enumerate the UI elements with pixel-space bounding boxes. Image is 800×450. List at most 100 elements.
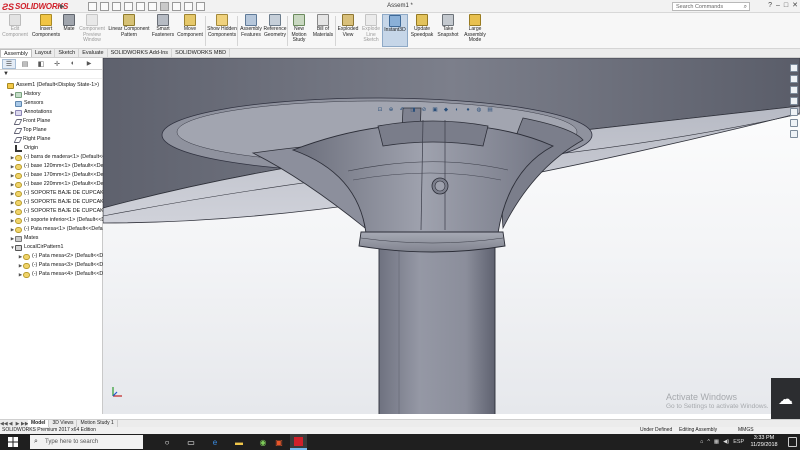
- tree-item[interactable]: ▶(-) base 120mm<1> (Default<<Default>: [0, 162, 103, 171]
- input-language[interactable]: ESP: [733, 439, 744, 445]
- design-library-icon[interactable]: [790, 75, 798, 83]
- prev-tab-arrow-icon[interactable]: ◀: [7, 421, 14, 427]
- tab-3d-views[interactable]: 3D Views: [49, 420, 78, 427]
- take-snapshot-button[interactable]: Take Snapshot: [436, 14, 460, 38]
- instant3d-button[interactable]: Instant3D: [382, 14, 408, 47]
- new-motion-study-button[interactable]: New Motion Study: [289, 14, 309, 44]
- view-orientation-icon[interactable]: ▣: [431, 107, 439, 113]
- table-leg[interactable]: [378, 245, 496, 414]
- people-icon[interactable]: ⌂: [700, 439, 703, 445]
- zoom-to-fit-icon[interactable]: ⊡: [376, 107, 384, 113]
- tab-layout[interactable]: Layout: [32, 49, 56, 57]
- zoom-area-icon[interactable]: ⊕: [387, 107, 395, 113]
- file-explorer-icon[interactable]: [790, 86, 798, 94]
- assembly-features-button[interactable]: Assembly Features: [239, 14, 263, 38]
- tree-item[interactable]: ▶ Annotations: [0, 108, 103, 117]
- more-tabs-icon[interactable]: ▶: [82, 59, 96, 69]
- task-view-icon[interactable]: ▭: [184, 436, 198, 448]
- reference-geometry-button[interactable]: Reference Geometry: [263, 14, 287, 38]
- taskbar-clock[interactable]: 3:33 PM 11/29/2018: [744, 435, 784, 449]
- edit-component-button[interactable]: Edit Component: [2, 14, 28, 38]
- network-icon[interactable]: ▦: [714, 439, 719, 445]
- large-assembly-mode-button[interactable]: Large Assembly Mode: [461, 14, 489, 44]
- tab-motion-study[interactable]: Motion Study 1: [77, 420, 118, 427]
- tab-sketch[interactable]: Sketch: [55, 49, 80, 57]
- tree-item[interactable]: ▼ LocalCirPattern1: [0, 243, 103, 252]
- feature-tree-tab-icon[interactable]: ☰: [2, 58, 16, 69]
- configuration-manager-tab-icon[interactable]: ◧: [34, 59, 48, 69]
- tree-item[interactable]: Right Plane: [0, 135, 103, 144]
- tab-evaluate[interactable]: Evaluate: [79, 49, 108, 57]
- cortana-icon[interactable]: ○: [160, 436, 174, 448]
- volume-icon[interactable]: ◀): [723, 439, 729, 445]
- tree-item[interactable]: Sensors: [0, 99, 103, 108]
- tree-item[interactable]: ▶(-) barra de madera<1> (Default<<Defa: [0, 153, 103, 162]
- taskbar-search-input[interactable]: ⌕ Type here to search: [30, 435, 143, 449]
- edit-appearance-icon[interactable]: ●: [464, 107, 472, 113]
- search-commands-input[interactable]: Search Commands ⌕: [672, 2, 750, 11]
- tree-item[interactable]: ▶(-) base 220mm<1> (Default<<Default>: [0, 180, 103, 189]
- show-hidden-components-button[interactable]: Show Hidden Components: [207, 14, 237, 38]
- store-icon[interactable]: ◉: [256, 436, 270, 448]
- move-component-button[interactable]: Move Component: [176, 14, 204, 38]
- update-speedpak-button[interactable]: Update Speedpak: [410, 14, 434, 38]
- hub-bottom-ring[interactable]: [358, 231, 506, 253]
- file-explorer-icon[interactable]: ▬: [232, 436, 246, 448]
- tab-model[interactable]: Model: [28, 420, 50, 427]
- tree-item[interactable]: ▶ (-) Pata mesa<2> (Default<<De: [0, 252, 103, 261]
- minimize-button[interactable]: –: [776, 2, 780, 9]
- solidworks-resources-icon[interactable]: [790, 64, 798, 72]
- cloud-sync-button[interactable]: ☁: [771, 378, 800, 420]
- graphics-area[interactable]: ⊡ ⊕ ↶ ◨ ⊘ ▣ ◆ ◐ ● ◍ ▤: [103, 58, 800, 414]
- previous-view-icon[interactable]: ↶: [398, 107, 406, 113]
- edge-browser-icon[interactable]: e: [208, 436, 222, 448]
- exploded-view-button[interactable]: Exploded View: [337, 14, 359, 38]
- section-view-icon[interactable]: ◨: [409, 107, 417, 113]
- dimxpert-tab-icon[interactable]: ✛: [50, 59, 64, 69]
- hub-collar[interactable]: [377, 120, 489, 147]
- photos-app-icon[interactable]: ▣: [272, 436, 286, 448]
- mate-button[interactable]: Mate: [62, 14, 76, 33]
- tray-expand-icon[interactable]: ^: [707, 439, 710, 445]
- close-button[interactable]: ✕: [792, 1, 798, 9]
- hide-show-items-icon[interactable]: ◐: [453, 107, 461, 113]
- smart-fasteners-button[interactable]: Smart Fasteners: [151, 14, 175, 38]
- custom-properties-icon[interactable]: [790, 119, 798, 127]
- solidworks-taskbar-button[interactable]: [290, 434, 307, 450]
- tree-item[interactable]: Origin: [0, 144, 103, 153]
- first-tab-arrow-icon[interactable]: ◀◀: [0, 421, 8, 427]
- windows-start-icon[interactable]: [4, 436, 22, 448]
- tree-item[interactable]: ▶(-) SOPORTE BAJE DE CUPCAKES<2>: [0, 198, 103, 207]
- action-center-icon[interactable]: [788, 437, 797, 447]
- tree-item[interactable]: ▶(-) SOPORTE BAJE DE CUPCAKES<3>: [0, 207, 103, 216]
- display-style-icon[interactable]: ◆: [442, 107, 450, 113]
- apply-scene-icon[interactable]: ◍: [475, 107, 483, 113]
- view-palette-icon[interactable]: [790, 97, 798, 105]
- tab-mbd[interactable]: SOLIDWORKS MBD: [172, 49, 231, 57]
- insert-components-button[interactable]: Insert Components: [31, 14, 61, 38]
- filter-icon[interactable]: ▼: [3, 71, 9, 77]
- unit-system[interactable]: MMGS: [738, 427, 754, 434]
- dynamic-annotation-icon[interactable]: ⊘: [420, 107, 428, 113]
- view-settings-icon[interactable]: ▤: [486, 107, 494, 113]
- next-tab-arrow-icon[interactable]: ▶: [14, 421, 21, 427]
- tree-item[interactable]: ▶(-) SOPORTE BAJE DE CUPCAKES<1>: [0, 189, 103, 198]
- tab-assembly[interactable]: Assembly: [0, 49, 32, 57]
- last-tab-arrow-icon[interactable]: ▶▶: [21, 421, 29, 427]
- help-icon[interactable]: ?: [768, 2, 772, 9]
- bill-of-materials-button[interactable]: Bill of Materials: [311, 14, 335, 38]
- tree-item[interactable]: ▶ (-) Pata mesa<1> (Default<<Default: [0, 225, 103, 234]
- appearances-icon[interactable]: [790, 108, 798, 116]
- tree-item[interactable]: Front Plane: [0, 117, 103, 126]
- tree-item[interactable]: ▶ (-) soporte inferior<1> (Default<<D: [0, 216, 103, 225]
- linear-pattern-button[interactable]: Linear Component Pattern: [107, 14, 151, 38]
- tree-item[interactable]: ▶ Mates: [0, 234, 103, 243]
- tree-item[interactable]: ▶ (-) Pata mesa<4> (Default<<De: [0, 270, 103, 279]
- search-icon[interactable]: ⌕: [744, 3, 747, 11]
- tree-item[interactable]: ▶ (-) Pata mesa<3> (Default<<De: [0, 261, 103, 270]
- explode-line-sketch-button[interactable]: Explode Line Sketch: [360, 14, 382, 44]
- forum-icon[interactable]: [790, 130, 798, 138]
- tree-item[interactable]: Top Plane: [0, 126, 103, 135]
- display-manager-tab-icon[interactable]: ◐: [66, 59, 80, 69]
- tree-item[interactable]: Assem1 (Default<Display State-1>): [0, 81, 103, 90]
